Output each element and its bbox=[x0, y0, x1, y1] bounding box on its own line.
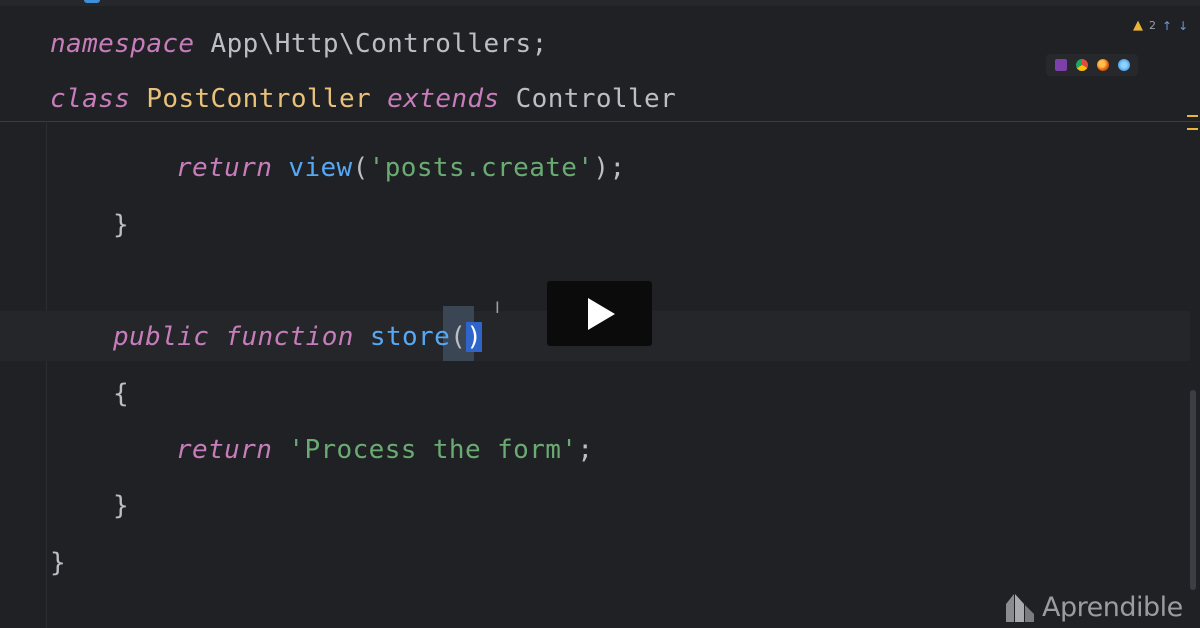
namespace-keyword: namespace bbox=[50, 29, 195, 59]
public-keyword: public bbox=[113, 322, 210, 352]
code-line-class-close-brace[interactable]: } bbox=[50, 547, 66, 579]
view-argument: 'posts.create' bbox=[368, 153, 594, 183]
store-open-paren: ( bbox=[450, 322, 467, 352]
firefox-icon[interactable] bbox=[1096, 59, 1109, 71]
return-keyword: return bbox=[176, 435, 273, 465]
video-frame: namespace App\Http\Controllers; class Po… bbox=[0, 0, 1200, 628]
text-cursor-icon: I bbox=[495, 298, 500, 317]
close-paren-semicolon: ); bbox=[593, 153, 626, 183]
play-button[interactable] bbox=[547, 281, 652, 346]
sticky-header: namespace App\Http\Controllers; class Po… bbox=[0, 6, 1200, 122]
chrome-icon[interactable] bbox=[1075, 59, 1088, 71]
view-function: view bbox=[288, 153, 353, 183]
code-line-store-close-brace[interactable]: } bbox=[113, 490, 129, 522]
return-string: 'Process the form' bbox=[288, 435, 578, 465]
store-function-name: store bbox=[369, 322, 451, 352]
open-brace: { bbox=[113, 379, 130, 409]
selected-close-paren[interactable]: ) bbox=[466, 322, 483, 352]
brand-name: Aprendible bbox=[1042, 591, 1183, 623]
semicolon: ; bbox=[577, 435, 594, 465]
aprendible-logo-icon bbox=[1006, 594, 1034, 622]
active-tab-marker[interactable] bbox=[84, 0, 100, 3]
inspection-widget[interactable]: ▲ 2 ↑ ↓ bbox=[1133, 18, 1188, 33]
browser-popup bbox=[1046, 54, 1138, 76]
warning-icon: ▲ bbox=[1133, 18, 1143, 33]
indent-guide bbox=[46, 121, 47, 628]
open-paren: ( bbox=[352, 153, 369, 183]
class-declaration-line: class PostController extends Controller bbox=[50, 83, 676, 115]
code-line-store-open-brace[interactable]: { bbox=[113, 378, 129, 410]
class-keyword: class bbox=[50, 84, 131, 114]
warning-count: 2 bbox=[1149, 19, 1156, 32]
vertical-scrollbar[interactable] bbox=[1190, 390, 1196, 590]
function-keyword: function bbox=[225, 322, 354, 352]
class-close-brace: } bbox=[50, 548, 67, 578]
code-line-store-return[interactable]: return 'Process the form'; bbox=[176, 434, 593, 466]
class-name: PostController bbox=[146, 84, 372, 114]
phpstorm-icon[interactable] bbox=[1054, 59, 1067, 71]
safari-icon[interactable] bbox=[1117, 59, 1130, 71]
parent-class: Controller bbox=[515, 84, 677, 114]
extends-keyword: extends bbox=[387, 84, 500, 114]
next-highlight-icon[interactable]: ↓ bbox=[1178, 19, 1188, 33]
play-icon bbox=[588, 298, 615, 330]
previous-highlight-icon[interactable]: ↑ bbox=[1162, 19, 1172, 33]
code-line-create-return[interactable]: return view('posts.create'); bbox=[176, 152, 626, 184]
close-brace: } bbox=[113, 491, 130, 521]
error-stripe-marks[interactable] bbox=[1187, 112, 1198, 134]
namespace-line: namespace App\Http\Controllers; bbox=[50, 28, 548, 60]
return-keyword: return bbox=[176, 153, 273, 183]
code-line-create-close-brace[interactable]: } bbox=[113, 209, 129, 241]
watermark-logo: Aprendible bbox=[1004, 590, 1183, 624]
code-line-store-signature[interactable]: public function store() bbox=[113, 321, 483, 353]
namespace-value: App\Http\Controllers; bbox=[210, 29, 548, 59]
close-brace: } bbox=[113, 210, 130, 240]
